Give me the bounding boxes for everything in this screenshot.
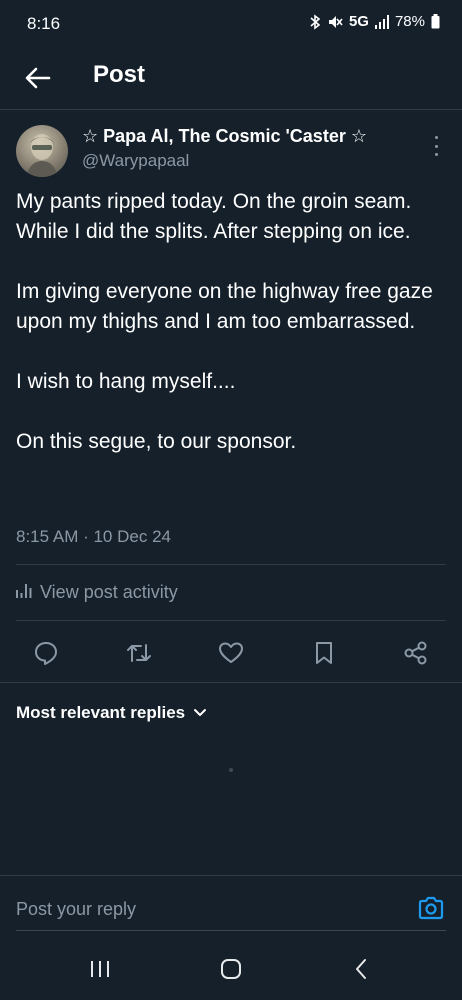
reply-icon[interactable] — [31, 638, 61, 668]
post-paragraph: On this segue, to our sponsor. — [16, 430, 297, 453]
like-heart-icon[interactable] — [216, 638, 246, 668]
reply-input-underline — [16, 930, 446, 931]
loading-indicator — [229, 768, 233, 772]
actions-divider — [0, 682, 462, 683]
share-icon[interactable] — [401, 638, 431, 668]
status-icons: 5G 78% — [309, 13, 440, 30]
replies-sort-label: Most relevant replies — [16, 703, 186, 722]
replies-sort-dropdown[interactable]: Most relevant replies — [16, 703, 207, 723]
back-arrow-icon[interactable] — [22, 62, 54, 94]
meta-divider — [16, 564, 446, 565]
home-icon[interactable] — [211, 953, 251, 985]
more-options-icon[interactable] — [428, 136, 444, 156]
reply-input[interactable] — [16, 896, 396, 922]
repost-icon[interactable] — [124, 638, 154, 668]
battery-icon — [431, 14, 440, 29]
reply-top-divider — [0, 875, 462, 876]
page-title: Post — [93, 61, 146, 88]
post-timestamp: 8:15 AM · 10 Dec 24 — [16, 527, 171, 546]
status-time: 8:16 — [27, 14, 61, 33]
bar-chart-icon — [16, 582, 32, 603]
system-back-icon[interactable] — [341, 953, 381, 985]
top-app-bar: Post — [0, 50, 462, 108]
network-label: 5G — [348, 13, 369, 30]
chevron-down-icon — [193, 703, 207, 723]
activity-divider — [16, 620, 446, 621]
bookmark-icon[interactable] — [309, 638, 339, 668]
mute-icon — [327, 14, 343, 30]
battery-percent: 78% — [394, 13, 425, 30]
post-paragraph: I wish to hang myself.... — [16, 370, 236, 393]
status-bar: 8:16 5G 78% — [0, 0, 462, 50]
author-handle[interactable]: @Warypapaal — [82, 151, 189, 171]
view-post-activity-label: View post activity — [40, 582, 178, 602]
bluetooth-icon — [309, 13, 321, 30]
header-divider — [0, 109, 462, 110]
recent-apps-icon[interactable] — [80, 953, 120, 985]
camera-icon[interactable] — [416, 893, 446, 923]
post-paragraph: Im giving everyone on the highway free g… — [16, 280, 433, 333]
avatar[interactable] — [16, 125, 68, 177]
post-paragraph: My pants ripped today. On the groin seam… — [16, 190, 412, 243]
view-post-activity-link[interactable]: View post activity — [16, 582, 178, 603]
signal-icon — [374, 14, 389, 29]
post-body: My pants ripped today. On the groin seam… — [16, 187, 446, 457]
author-display-name[interactable]: ☆ Papa Al, The Cosmic 'Caster ☆ — [82, 126, 367, 147]
